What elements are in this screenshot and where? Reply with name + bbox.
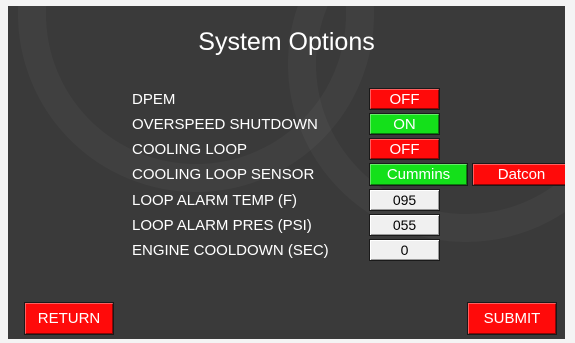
loop-alarm-pres-label: LOOP ALARM PRES (PSI) — [132, 217, 312, 234]
page-title: System Options — [198, 28, 375, 56]
sensor-cummins-button[interactable]: Cummins — [369, 163, 468, 186]
engine-cooldown-input[interactable]: 0 — [369, 239, 440, 261]
dpem-label: DPEM — [132, 91, 176, 108]
engine-cooldown-label: ENGINE COOLDOWN (SEC) — [132, 242, 329, 259]
overspeed-shutdown-toggle[interactable]: ON — [369, 113, 440, 135]
loop-alarm-temp-label: LOOP ALARM TEMP (F) — [132, 192, 298, 209]
cooling-loop-sensor-label: COOLING LOOP SENSOR — [132, 166, 315, 183]
return-button[interactable]: RETURN — [24, 302, 114, 335]
dpem-toggle[interactable]: OFF — [369, 88, 440, 110]
options-screen: System Options DPEM OFF OVERSPEED SHUTDO… — [8, 6, 565, 339]
sensor-datcon-button[interactable]: Datcon — [472, 163, 565, 186]
loop-alarm-temp-input[interactable]: 095 — [369, 189, 440, 211]
submit-button[interactable]: SUBMIT — [467, 302, 557, 335]
loop-alarm-pres-input[interactable]: 055 — [369, 214, 440, 236]
cooling-loop-toggle[interactable]: OFF — [369, 138, 440, 160]
cooling-loop-label: COOLING LOOP — [132, 141, 248, 158]
overspeed-shutdown-label: OVERSPEED SHUTDOWN — [132, 116, 318, 133]
